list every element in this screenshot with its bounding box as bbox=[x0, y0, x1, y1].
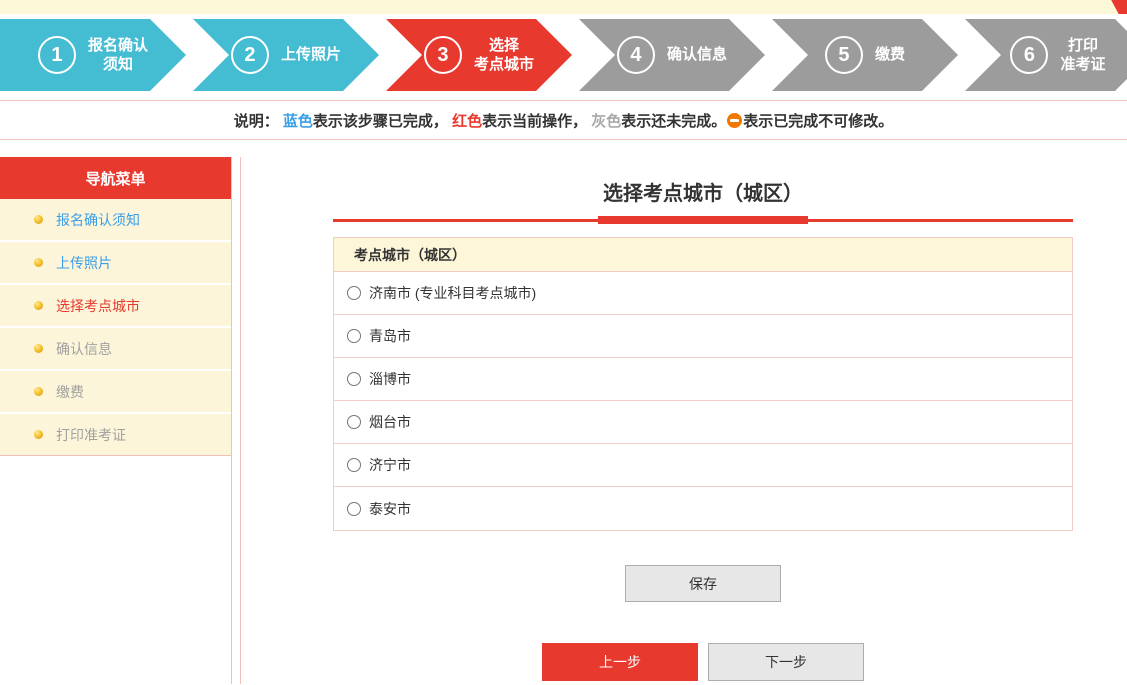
bullet-dot-icon bbox=[34, 301, 43, 310]
legend-gray-word: 灰色 bbox=[591, 110, 621, 131]
step-2-chevron: 2 上传照片 bbox=[193, 19, 379, 91]
legend-red-desc: 表示当前操作， bbox=[482, 110, 591, 131]
table-header: 考点城市（城区） bbox=[334, 238, 1072, 272]
sidebar-title: 导航菜单 bbox=[0, 157, 231, 199]
step-5-chevron: 5 缴费 bbox=[772, 19, 958, 91]
city-radio-jining[interactable] bbox=[347, 458, 361, 472]
step-1-chevron: 1 报名确认 须知 bbox=[0, 19, 186, 91]
bullet-dot-icon bbox=[34, 387, 43, 396]
legend-blue-word: 蓝色 bbox=[283, 110, 313, 131]
sidebar-item-payment[interactable]: 缴费 bbox=[0, 371, 231, 412]
sidebar-item-label: 缴费 bbox=[56, 382, 84, 402]
city-label: 济宁市 bbox=[369, 455, 411, 475]
title-underline bbox=[333, 219, 1073, 222]
next-step-button[interactable]: 下一步 bbox=[708, 643, 864, 681]
step-2-label: 上传照片 bbox=[281, 45, 341, 65]
sidebar-item-signup-notice[interactable]: 报名确认须知 bbox=[0, 199, 231, 240]
sidebar-item-label: 报名确认须知 bbox=[56, 210, 140, 230]
sidebar-item-confirm-info[interactable]: 确认信息 bbox=[0, 328, 231, 369]
city-row-yantai[interactable]: 烟台市 bbox=[334, 401, 1072, 444]
city-radio-zibo[interactable] bbox=[347, 372, 361, 386]
step-1-label: 报名确认 须知 bbox=[88, 36, 148, 75]
bullet-dot-icon bbox=[34, 215, 43, 224]
sidebar-item-label: 上传照片 bbox=[56, 253, 112, 273]
sidebar-item-choose-city[interactable]: 选择考点城市 bbox=[0, 285, 231, 326]
step-5-number: 5 bbox=[825, 36, 863, 74]
city-label: 淄博市 bbox=[369, 369, 411, 389]
legend-blue-desc: 表示该步骤已完成， bbox=[313, 110, 452, 131]
title-underline-thick bbox=[598, 216, 808, 224]
main-panel: 选择考点城市（城区） 考点城市（城区） 济南市 (专业科目考点城市) 青岛市 淄… bbox=[240, 157, 1127, 684]
city-row-qingdao[interactable]: 青岛市 bbox=[334, 315, 1072, 358]
step-6-chevron: 6 打印 准考证 bbox=[965, 19, 1127, 91]
sidebar-item-label: 打印准考证 bbox=[56, 425, 126, 445]
content-area: 导航菜单 报名确认须知 上传照片 选择考点城市 确认信息 缴费 bbox=[0, 157, 1127, 684]
top-banner-strip bbox=[0, 0, 1127, 14]
banner-corner-ribbon-icon bbox=[1105, 0, 1127, 14]
step-5-label: 缴费 bbox=[875, 45, 905, 65]
sidebar-item-label: 确认信息 bbox=[56, 339, 112, 359]
step-6-label: 打印 准考证 bbox=[1060, 36, 1105, 75]
city-radio-taian[interactable] bbox=[347, 502, 361, 516]
wizard-nav-buttons: 上一步 下一步 bbox=[333, 643, 1073, 681]
save-button[interactable]: 保存 bbox=[625, 565, 781, 602]
progress-stepper: 1 报名确认 须知 2 上传照片 3 选择 考点城市 4 确认信息 5 缴费 6… bbox=[0, 19, 1127, 91]
step-3-chevron: 3 选择 考点城市 bbox=[386, 19, 572, 91]
step-4-label: 确认信息 bbox=[667, 45, 727, 65]
city-label: 济南市 (专业科目考点城市) bbox=[369, 283, 536, 303]
step-2-number: 2 bbox=[231, 36, 269, 74]
navigation-sidebar: 导航菜单 报名确认须知 上传照片 选择考点城市 确认信息 缴费 bbox=[0, 157, 232, 684]
legend-bar: 说明： 蓝色 表示该步骤已完成， 红色 表示当前操作， 灰色 表示还未完成。 表… bbox=[0, 100, 1127, 140]
step-4-chevron: 4 确认信息 bbox=[579, 19, 765, 91]
step-1-number: 1 bbox=[38, 36, 76, 74]
step-4-number: 4 bbox=[617, 36, 655, 74]
bullet-dot-icon bbox=[34, 430, 43, 439]
legend-prefix: 说明： bbox=[234, 110, 283, 131]
city-radio-yantai[interactable] bbox=[347, 415, 361, 429]
sidebar-items: 报名确认须知 上传照片 选择考点城市 确认信息 缴费 打印准考证 bbox=[0, 199, 231, 456]
legend-locked-desc: 表示已完成不可修改。 bbox=[743, 110, 893, 131]
step-3-number: 3 bbox=[424, 36, 462, 74]
city-row-zibo[interactable]: 淄博市 bbox=[334, 358, 1072, 401]
bullet-dot-icon bbox=[34, 344, 43, 353]
sidebar-item-label: 选择考点城市 bbox=[56, 296, 140, 316]
step-6-number: 6 bbox=[1010, 36, 1048, 74]
minus-circle-icon bbox=[727, 113, 742, 128]
city-radio-qingdao[interactable] bbox=[347, 329, 361, 343]
city-label: 青岛市 bbox=[369, 326, 411, 346]
sidebar-item-upload-photo[interactable]: 上传照片 bbox=[0, 242, 231, 283]
city-label: 泰安市 bbox=[369, 499, 411, 519]
legend-red-word: 红色 bbox=[452, 110, 482, 131]
city-label: 烟台市 bbox=[369, 412, 411, 432]
step-3-label: 选择 考点城市 bbox=[474, 36, 534, 75]
city-radio-jinan[interactable] bbox=[347, 286, 361, 300]
city-row-jining[interactable]: 济宁市 bbox=[334, 444, 1072, 487]
legend-gray-desc: 表示还未完成。 bbox=[621, 110, 726, 131]
city-row-jinan[interactable]: 济南市 (专业科目考点城市) bbox=[334, 272, 1072, 315]
bullet-dot-icon bbox=[34, 258, 43, 267]
city-row-taian[interactable]: 泰安市 bbox=[334, 487, 1072, 530]
previous-step-button[interactable]: 上一步 bbox=[542, 643, 698, 681]
page-title: 选择考点城市（城区） bbox=[333, 177, 1073, 206]
sidebar-item-print-ticket[interactable]: 打印准考证 bbox=[0, 414, 231, 455]
city-select-table: 考点城市（城区） 济南市 (专业科目考点城市) 青岛市 淄博市 烟台市 bbox=[333, 237, 1073, 531]
